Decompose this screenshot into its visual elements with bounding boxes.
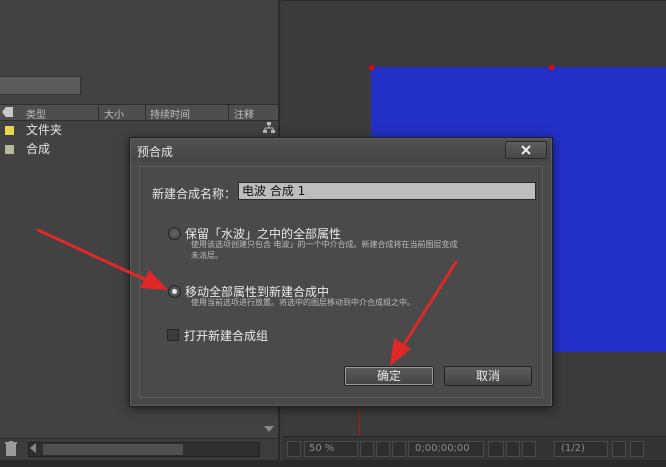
- comp-name-label: 新建合成名称：: [152, 187, 237, 201]
- column-comment[interactable]: 注释: [234, 106, 254, 121]
- ok-button[interactable]: 确定: [344, 366, 434, 386]
- column-divider[interactable]: [98, 105, 99, 120]
- scroll-left-arrow-icon[interactable]: [30, 443, 36, 453]
- cancel-button[interactable]: 取消: [444, 366, 532, 386]
- horizontal-scrollbar[interactable]: [28, 442, 260, 457]
- option-move-attributes-radio[interactable]: [168, 285, 181, 298]
- anchor-guide-line: [359, 405, 360, 437]
- project-item-label: 文件夹: [26, 123, 63, 137]
- layer-handle[interactable]: [549, 65, 554, 70]
- viewer-border: [282, 0, 666, 1]
- mask-icon[interactable]: [392, 441, 406, 457]
- label-color-swatch: [5, 126, 14, 135]
- transparency-grid-icon[interactable]: [630, 441, 644, 457]
- close-icon: [521, 145, 531, 155]
- layer-handle[interactable]: [369, 65, 374, 70]
- project-item-label: 合成: [26, 142, 51, 156]
- region-of-interest-icon[interactable]: [612, 441, 626, 457]
- dialog-title: 预合成: [137, 145, 174, 159]
- safe-zones-icon[interactable]: [360, 441, 374, 457]
- camera-snapshot-icon[interactable]: [488, 441, 504, 457]
- timecode-field[interactable]: 0;00;00;00: [408, 441, 484, 457]
- status-bar: [0, 460, 666, 467]
- column-duration[interactable]: 持续时间: [150, 106, 190, 121]
- comp-name-input[interactable]: [238, 182, 536, 200]
- scrollbar-thumb[interactable]: [43, 444, 183, 455]
- option-move-attributes-desc: 使用当前选项进行放置。将选中的图层移动到中介合成组之中。: [191, 298, 415, 307]
- zoom-select[interactable]: 50 %: [304, 441, 358, 457]
- project-search-input[interactable]: [0, 76, 81, 95]
- viewer-toolbar: 50 % 0;00;00;00 (1/2): [282, 436, 666, 461]
- resolution-value: (1/2): [561, 443, 585, 454]
- scroll-down-arrow-icon[interactable]: [264, 426, 274, 432]
- label-tag-icon[interactable]: [2, 107, 13, 117]
- open-new-comp-checkbox[interactable]: [167, 329, 179, 341]
- radio-selected-dot: [172, 289, 177, 294]
- column-size[interactable]: 大小: [104, 106, 124, 121]
- option-keep-attributes-desc: 使用该选项创建只包含 电波」的一个中介合成。新建合成将在当前图层变成未派层。: [191, 240, 458, 260]
- open-new-comp-label[interactable]: 打开新建合成组: [184, 327, 268, 344]
- zoom-value: 50 %: [309, 443, 335, 454]
- always-preview-icon[interactable]: [287, 441, 301, 457]
- color-channel-icon[interactable]: [522, 441, 536, 457]
- project-column-header: 类型 大小 持续时间 注释: [0, 104, 278, 121]
- precompose-dialog: 预合成 新建合成名称： 保留「水波」之中的全部属性 使用该选项创建只包含 电波」…: [129, 137, 553, 407]
- column-type[interactable]: 类型: [26, 106, 46, 121]
- column-divider[interactable]: [228, 105, 229, 120]
- label-color-swatch: [5, 145, 14, 154]
- close-button[interactable]: [505, 141, 547, 159]
- trash-icon[interactable]: [5, 441, 17, 456]
- option-keep-attributes-radio[interactable]: [168, 227, 181, 240]
- resolution-select[interactable]: (1/2): [554, 441, 608, 457]
- show-snapshot-icon[interactable]: [506, 441, 520, 457]
- timecode-value: 0;00;00;00: [415, 443, 470, 454]
- column-divider[interactable]: [145, 105, 146, 120]
- flowchart-icon[interactable]: [263, 122, 275, 134]
- dialog-titlebar[interactable]: 预合成: [131, 139, 551, 161]
- grid-icon[interactable]: [376, 441, 390, 457]
